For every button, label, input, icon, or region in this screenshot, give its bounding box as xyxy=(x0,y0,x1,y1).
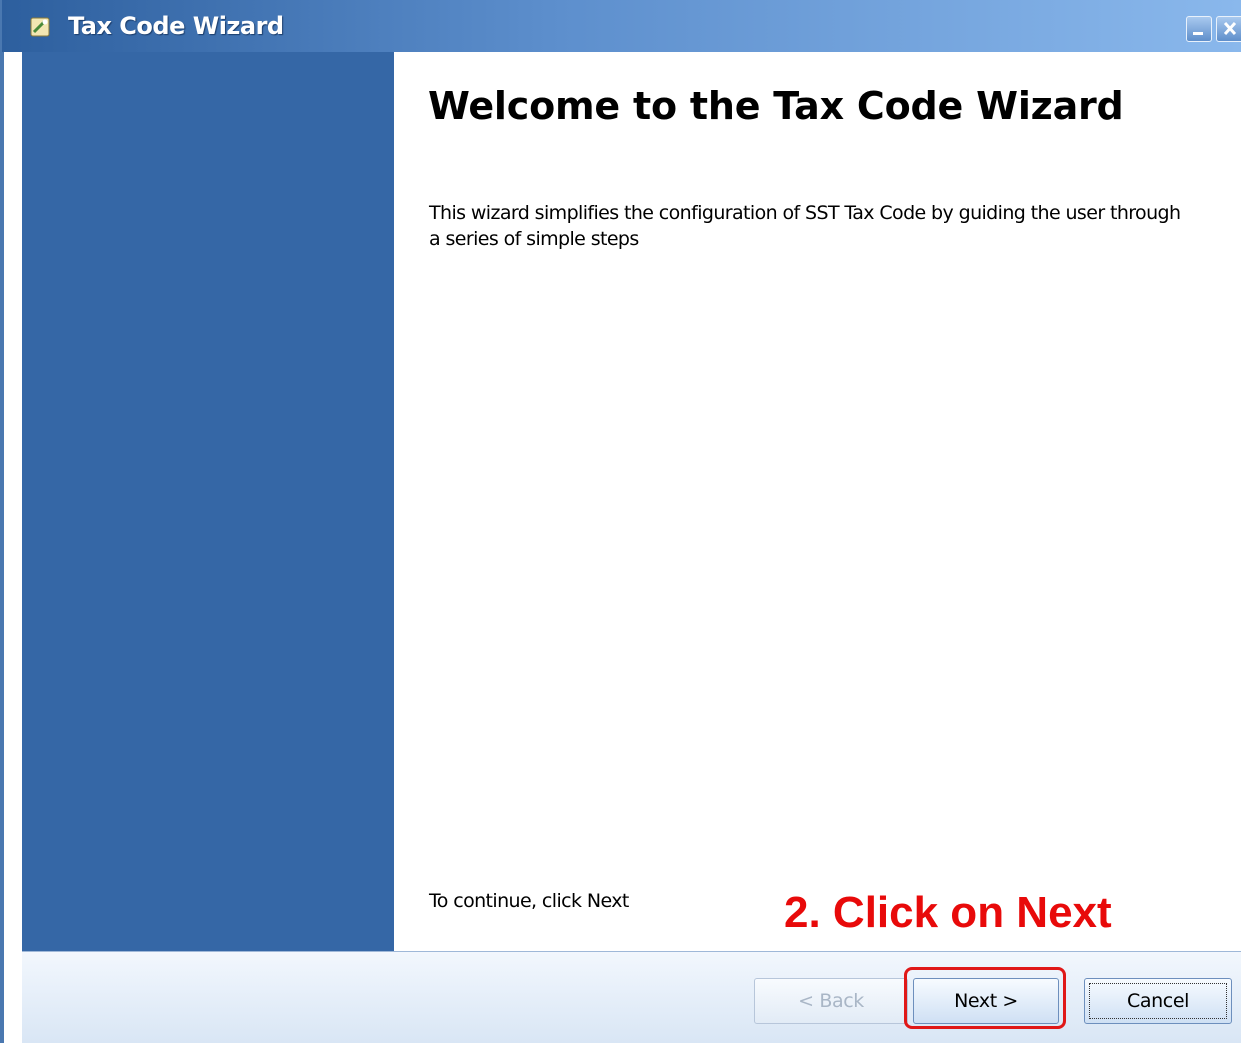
wizard-window: Tax Code Wizard Welcome to the Tax Code … xyxy=(0,0,1241,1043)
wizard-description: This wizard simplifies the configuration… xyxy=(429,202,1181,250)
next-button-highlight xyxy=(904,967,1066,1029)
minimize-icon xyxy=(1193,32,1203,35)
tutorial-annotation: 2. Click on Next xyxy=(784,888,1112,937)
continue-instruction: To continue, click Next xyxy=(429,890,629,912)
close-button[interactable] xyxy=(1216,16,1241,42)
page-title: Welcome to the Tax Code Wizard xyxy=(428,84,1124,128)
cancel-button[interactable]: Cancel xyxy=(1084,978,1232,1024)
back-button[interactable]: < Back xyxy=(754,978,908,1024)
title-bar[interactable]: Tax Code Wizard xyxy=(2,0,1241,52)
wizard-icon xyxy=(30,17,50,37)
wizard-content xyxy=(394,52,1241,951)
focus-rectangle xyxy=(1089,983,1227,1019)
wizard-side-panel xyxy=(22,52,394,951)
close-icon xyxy=(1223,21,1237,36)
window-title: Tax Code Wizard xyxy=(68,12,284,40)
window-left-border xyxy=(2,52,22,1043)
minimize-button[interactable] xyxy=(1186,16,1212,42)
